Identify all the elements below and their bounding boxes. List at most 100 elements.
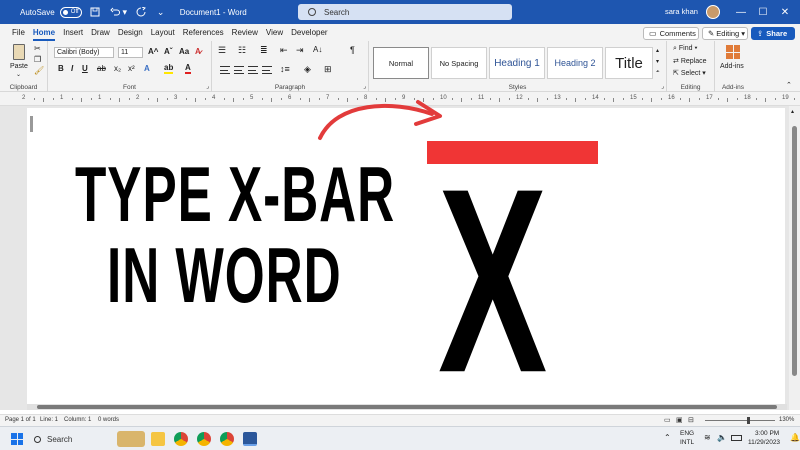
tab-design[interactable]: Design — [118, 24, 143, 41]
undo-icon[interactable] — [108, 5, 122, 19]
tab-insert[interactable]: Insert — [63, 24, 83, 41]
tab-draw[interactable]: Draw — [91, 24, 110, 41]
chrome-profile-2-icon[interactable] — [220, 432, 234, 446]
search-box[interactable]: Search — [298, 4, 512, 20]
font-name-dropdown[interactable]: Calibri (Body) — [54, 47, 114, 58]
subscript-icon[interactable]: x₂ — [114, 64, 121, 73]
chrome-icon[interactable] — [174, 432, 188, 446]
horizontal-scrollbar[interactable] — [27, 404, 787, 410]
numbering-icon[interactable]: ☷ — [238, 45, 246, 56]
cut-icon[interactable]: ✂ — [34, 44, 41, 53]
wifi-icon[interactable]: ≋ — [704, 433, 711, 442]
select-button[interactable]: ⇱ Select ▾ — [673, 69, 706, 77]
underline-icon[interactable]: U — [82, 64, 88, 73]
bold-icon[interactable]: B — [58, 64, 64, 73]
style-title[interactable]: Title — [605, 47, 653, 79]
undo-dropdown-icon[interactable]: ▾ — [122, 5, 128, 19]
word-app-icon[interactable] — [243, 432, 257, 446]
align-right-icon[interactable] — [248, 66, 258, 74]
align-center-icon[interactable] — [234, 66, 244, 74]
borders-icon[interactable]: ⊞ — [324, 64, 332, 75]
notifications-icon[interactable]: 🔔 — [790, 433, 800, 442]
superscript-icon[interactable]: x² — [128, 64, 135, 73]
format-painter-icon[interactable]: 🖌 — [34, 66, 44, 75]
read-mode-icon[interactable]: ▭ — [664, 416, 671, 424]
font-color-icon[interactable]: A — [185, 64, 191, 74]
paragraph-dialog-launcher-icon[interactable]: ⌟ — [363, 83, 366, 90]
system-tray-chevron-icon[interactable]: ⌃ — [664, 433, 671, 442]
tab-layout[interactable]: Layout — [151, 24, 175, 41]
web-layout-icon[interactable]: ⊟ — [688, 416, 694, 424]
font-size-dropdown[interactable]: 11 — [118, 47, 143, 58]
chrome-profile-icon[interactable] — [197, 432, 211, 446]
copy-icon[interactable]: ❐ — [34, 55, 41, 64]
tab-view[interactable]: View — [266, 24, 283, 41]
text-effects-icon[interactable]: A — [144, 64, 150, 73]
style-no-spacing[interactable]: No Spacing — [431, 47, 487, 79]
tab-review[interactable]: Review — [232, 24, 258, 41]
shrink-font-icon[interactable]: Aˇ — [164, 47, 172, 56]
word-count[interactable]: 0 words — [98, 417, 119, 423]
paste-button[interactable]: Paste ⌄ — [10, 44, 30, 78]
find-button[interactable]: ⌕ Find ▾ — [673, 45, 697, 53]
addins-button[interactable]: Add-ins — [720, 44, 746, 76]
multilevel-list-icon[interactable]: ≣ — [260, 45, 268, 56]
windows-start-icon[interactable] — [11, 433, 23, 445]
increase-indent-icon[interactable]: ⇥ — [296, 45, 304, 56]
comments-button[interactable]: ▭ Comments — [643, 27, 699, 40]
print-layout-icon[interactable]: ▣ — [676, 416, 683, 424]
volume-icon[interactable]: 🔈 — [717, 433, 727, 442]
highlight-icon[interactable]: ab — [164, 64, 174, 74]
bullets-icon[interactable]: ☰ — [218, 45, 226, 56]
redo-icon[interactable] — [134, 5, 148, 19]
battery-icon[interactable] — [731, 435, 742, 441]
font-dialog-launcher-icon[interactable]: ⌟ — [206, 83, 209, 90]
styles-scroll-up-icon[interactable]: ▴ — [656, 47, 659, 54]
style-normal[interactable]: Normal — [373, 47, 429, 79]
grow-font-icon[interactable]: A^ — [148, 47, 158, 56]
clock-time[interactable]: 3:00 PM — [755, 430, 779, 437]
clock-date[interactable]: 11/29/2023 — [748, 439, 780, 446]
tab-references[interactable]: References — [183, 24, 224, 41]
save-icon[interactable] — [88, 5, 102, 19]
line-spacing-icon[interactable]: ↕≡ — [280, 64, 290, 74]
vertical-scroll-thumb[interactable] — [792, 126, 797, 376]
scroll-up-icon[interactable]: ▴ — [791, 108, 794, 115]
shading-icon[interactable]: ◈ — [304, 64, 311, 75]
show-marks-icon[interactable]: ¶ — [350, 45, 355, 55]
language-top[interactable]: ENG — [680, 430, 694, 437]
horizontal-scroll-thumb[interactable] — [37, 405, 777, 409]
styles-scroll-down-icon[interactable]: ▾ — [656, 58, 659, 65]
avatar[interactable] — [706, 5, 720, 19]
tab-file[interactable]: File — [12, 24, 25, 41]
tab-developer[interactable]: Developer — [291, 24, 327, 41]
ribbon-collapse-icon[interactable]: ⌃ — [786, 81, 792, 89]
styles-dialog-launcher-icon[interactable]: ⌟ — [661, 83, 664, 90]
file-explorer-icon[interactable] — [151, 432, 165, 446]
language-bottom[interactable]: INTL — [680, 439, 694, 446]
align-left-icon[interactable] — [220, 66, 230, 74]
strikethrough-icon[interactable]: ab — [97, 64, 106, 73]
autosave-toggle[interactable]: Off — [59, 6, 82, 18]
replace-button[interactable]: ⇄ Replace — [673, 57, 707, 65]
styles-more-icon[interactable]: ⩡ — [656, 69, 659, 76]
justify-icon[interactable] — [262, 66, 272, 74]
change-case-icon[interactable]: Aa — [179, 47, 189, 56]
vertical-scrollbar[interactable]: ▴ — [789, 106, 800, 410]
page-count[interactable]: Page 1 of 1 — [5, 417, 36, 423]
editing-mode-button[interactable]: ✎ Editing ▾ — [702, 27, 748, 40]
style-heading-2[interactable]: Heading 2 — [547, 47, 603, 79]
tab-home[interactable]: Home — [32, 24, 56, 41]
clear-formatting-icon[interactable]: A̷ — [195, 47, 201, 56]
share-button[interactable]: ⇪ Share — [751, 27, 795, 40]
customize-toolbar-icon[interactable]: ⌄ — [154, 5, 168, 19]
style-heading-1[interactable]: Heading 1 — [489, 47, 545, 79]
taskbar-search[interactable]: Search — [34, 432, 104, 446]
sort-icon[interactable]: A↓ — [313, 45, 322, 54]
italic-icon[interactable]: I — [71, 64, 73, 73]
decrease-indent-icon[interactable]: ⇤ — [280, 45, 288, 56]
zoom-slider-thumb[interactable] — [747, 417, 750, 424]
widgets-icon[interactable] — [117, 431, 145, 447]
zoom-slider[interactable] — [705, 417, 775, 424]
zoom-level[interactable]: 130% — [779, 417, 794, 423]
